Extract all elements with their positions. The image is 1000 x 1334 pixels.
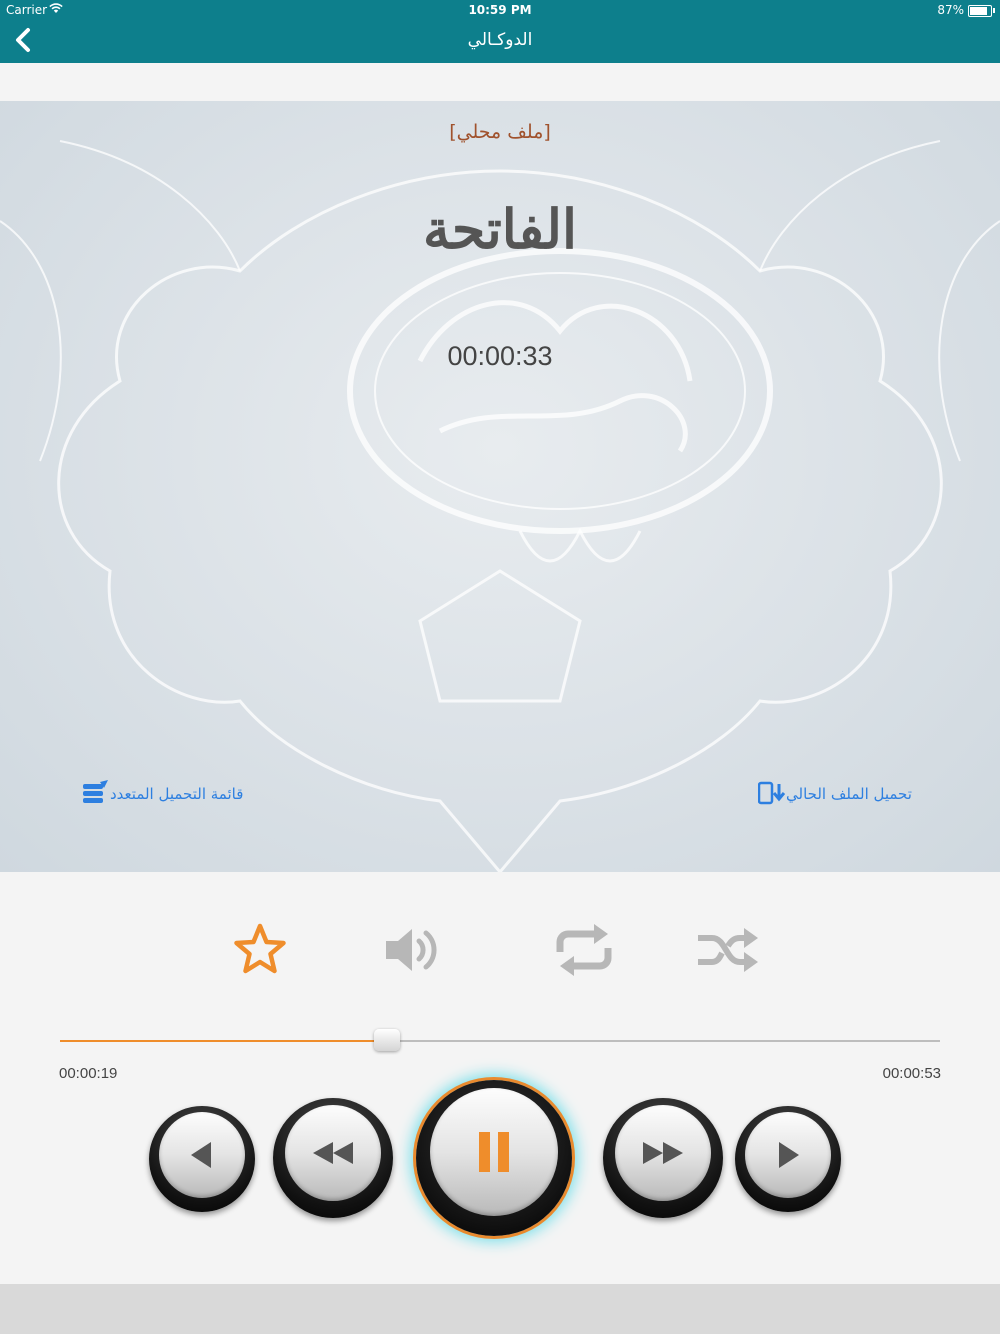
- surah-title: الفاتحة: [422, 197, 578, 261]
- volume-button[interactable]: [382, 922, 444, 982]
- download-current-button[interactable]: تحميل الملف الحالي: [758, 781, 912, 807]
- phone-download-icon: [758, 781, 786, 805]
- battery-icon: [968, 5, 992, 17]
- progress-bar[interactable]: [60, 1029, 940, 1051]
- repeat-button[interactable]: [552, 922, 616, 982]
- file-source-label: [ملف محلي]: [449, 121, 551, 143]
- total-duration: 00:00:53: [882, 1065, 941, 1082]
- shuffle-button[interactable]: [696, 922, 760, 982]
- pause-icon: [479, 1132, 509, 1172]
- download-list-label: قائمة التحميل المتعدد: [110, 785, 244, 803]
- status-bar: Carrier 10:59 PM 87%: [0, 0, 1000, 20]
- shuffle-icon: [698, 928, 758, 972]
- repeat-icon: [556, 924, 612, 976]
- download-list-button[interactable]: قائمة التحميل المتعدد: [82, 780, 244, 807]
- rewind-icon: [313, 1142, 353, 1164]
- bottom-bar: [0, 1284, 1000, 1334]
- progress-fill: [60, 1040, 388, 1042]
- volume-icon: [386, 929, 437, 971]
- current-time: 00:00:19: [59, 1065, 118, 1082]
- clock: 10:59 PM: [468, 3, 532, 17]
- rewind-button[interactable]: [273, 1098, 393, 1218]
- favorite-button[interactable]: [232, 922, 288, 982]
- next-track-button[interactable]: [735, 1106, 841, 1212]
- star-icon: [234, 923, 286, 974]
- fast-forward-icon: [643, 1142, 683, 1164]
- progress-thumb[interactable]: [374, 1029, 401, 1051]
- page-title: الدوكـالي: [467, 30, 533, 50]
- battery-percent: 87%: [937, 3, 964, 17]
- previous-track-icon: [191, 1142, 211, 1168]
- previous-track-button[interactable]: [149, 1106, 255, 1212]
- navigation-bar: Carrier 10:59 PM 87% الدوكـالي: [0, 0, 1000, 63]
- play-pause-button[interactable]: [416, 1080, 572, 1236]
- fast-forward-button[interactable]: [603, 1098, 723, 1218]
- elapsed-time-display: 00:00:33: [447, 341, 553, 371]
- download-current-label: تحميل الملف الحالي: [786, 785, 912, 803]
- stack-list-icon: [83, 780, 108, 803]
- now-playing-artwork: [ملف محلي] الفاتحة 00:00:33 قائمة التحمي…: [0, 101, 1000, 872]
- next-track-icon: [779, 1142, 799, 1168]
